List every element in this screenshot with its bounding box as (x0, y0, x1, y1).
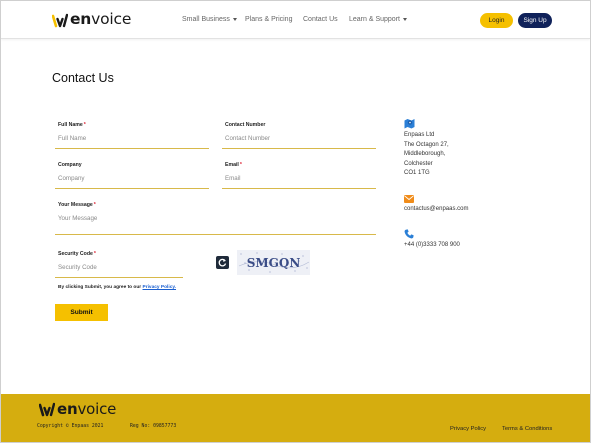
footer-logo[interactable]: envoice (39, 402, 116, 417)
contact-email[interactable]: contactus@enpaas.com (404, 205, 468, 215)
refresh-captcha-button[interactable] (216, 256, 229, 269)
address-block: Enpaas Ltd The Octagon 27, Middleborough… (404, 131, 449, 179)
email-icon (404, 195, 414, 203)
full-name-label: Full Name* (58, 122, 86, 128)
address-line: The Octagon 27, (404, 141, 449, 148)
footer-logo-wordmark: envoice (57, 400, 117, 418)
email-input[interactable] (222, 173, 376, 189)
security-code-input[interactable] (55, 262, 183, 278)
privacy-policy-link[interactable]: Privacy Policy. (143, 285, 177, 290)
page-frame: envoice Small Business Plans & Pricing C… (0, 0, 591, 443)
site-footer: envoice Copyright © Enpaas 2021 Reg No: … (1, 394, 590, 442)
email-label: Email* (225, 162, 242, 168)
copyright-text: Copyright © Enpaas 2021 (37, 424, 104, 429)
address-line: CO1 1TG (404, 170, 430, 176)
signup-button[interactable]: Sign Up (518, 13, 552, 28)
nav-contact-us[interactable]: Contact Us (303, 16, 338, 23)
contact-number-input[interactable] (222, 133, 376, 149)
full-name-input[interactable] (55, 133, 209, 149)
contact-number-label: Contact Number (225, 122, 266, 128)
envoice-logo[interactable]: envoice (52, 11, 131, 29)
chevron-down-icon (232, 18, 237, 21)
nav-plans-pricing-label: Plans & Pricing (245, 16, 293, 23)
nav-contact-us-label: Contact Us (303, 16, 338, 23)
footer-privacy-policy-link[interactable]: Privacy Policy (450, 426, 486, 432)
page-title: Contact Us (52, 71, 114, 85)
company-label: Company (58, 162, 82, 168)
address-line: Enpaas Ltd (404, 132, 435, 138)
message-field: Your Message* (55, 202, 376, 235)
message-textarea[interactable] (55, 213, 376, 235)
login-button[interactable]: Login (480, 13, 513, 28)
captcha-text: SMGQN (247, 256, 301, 270)
captcha-image: SMGQN (237, 250, 310, 275)
company-field: Company (55, 162, 209, 189)
nav-learn-support[interactable]: Learn & Support (349, 16, 407, 23)
nav-small-business[interactable]: Small Business (182, 16, 237, 23)
phone-icon (404, 229, 414, 239)
logo-wordmark: envoice (70, 10, 132, 29)
contact-phone[interactable]: +44 (0)3333 708 900 (404, 241, 460, 251)
company-input[interactable] (55, 173, 209, 189)
message-label: Your Message* (58, 202, 96, 208)
registration-number: Reg No: 09857773 (130, 424, 177, 429)
footer-terms-link[interactable]: Terms & Conditions (502, 426, 552, 432)
nav-learn-support-label: Learn & Support (349, 16, 400, 23)
security-code-label: Security Code* (58, 251, 96, 257)
nav-small-business-label: Small Business (182, 16, 230, 23)
address-line: Middleborough, (404, 151, 446, 157)
site-header: envoice Small Business Plans & Pricing C… (1, 1, 590, 39)
consent-text: By clicking Submit, you agree to our Pri… (58, 285, 177, 290)
email-field: Email* (222, 162, 376, 189)
envoice-logo-icon (52, 13, 68, 27)
contact-number-field: Contact Number (222, 122, 376, 149)
submit-button[interactable]: Submit (55, 304, 108, 321)
chevron-down-icon (402, 18, 407, 21)
envoice-logo-icon (39, 402, 55, 417)
full-name-field: Full Name* (55, 122, 209, 149)
address-line: Colchester (404, 160, 433, 167)
security-code-field: Security Code* (55, 251, 183, 278)
map-icon (404, 119, 415, 129)
refresh-icon (218, 258, 227, 267)
nav-plans-pricing[interactable]: Plans & Pricing (245, 16, 292, 23)
